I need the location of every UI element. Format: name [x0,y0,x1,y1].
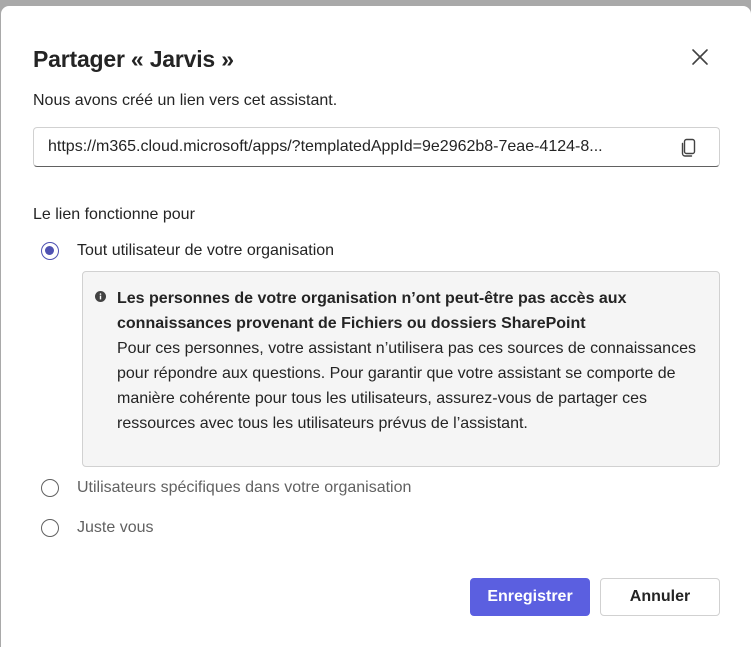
dialog-subtitle: Nous avons créé un lien vers cet assista… [33,92,338,109]
link-scope-label: Le lien fonctionne pour [33,206,195,223]
dialog-title: Partager « Jarvis » [33,46,234,72]
close-icon[interactable] [689,46,711,68]
option-organization[interactable]: Tout utilisateur de votre organisation [41,239,334,263]
share-link-value[interactable]: https://m365.cloud.microsoft/apps/?templ… [48,138,668,156]
warning-heading: Les personnes de votre organisation n’on… [117,290,627,332]
sharepoint-warning-box: Les personnes de votre organisation n’on… [82,271,720,467]
option-specific-users[interactable]: Utilisateurs spécifiques dans votre orga… [41,476,411,500]
copy-icon[interactable] [678,136,700,158]
option-just-you[interactable]: Juste vous [41,516,153,540]
save-button[interactable]: Enregistrer [470,578,590,616]
share-link-field[interactable]: https://m365.cloud.microsoft/apps/?templ… [33,127,720,167]
option-label: Tout utilisateur de votre organisation [77,242,335,259]
share-dialog: Partager « Jarvis » Nous avons créé un l… [1,6,751,647]
option-label: Juste vous [77,519,154,536]
info-icon [95,289,106,302]
radio-unselected-icon[interactable] [41,479,59,497]
radio-selected-icon[interactable] [41,242,59,260]
radio-unselected-icon[interactable] [41,519,59,537]
cancel-button[interactable]: Annuler [600,578,720,616]
option-label: Utilisateurs spécifiques dans votre orga… [77,479,412,496]
warning-body: Pour ces personnes, votre assistant n’ut… [117,340,696,432]
